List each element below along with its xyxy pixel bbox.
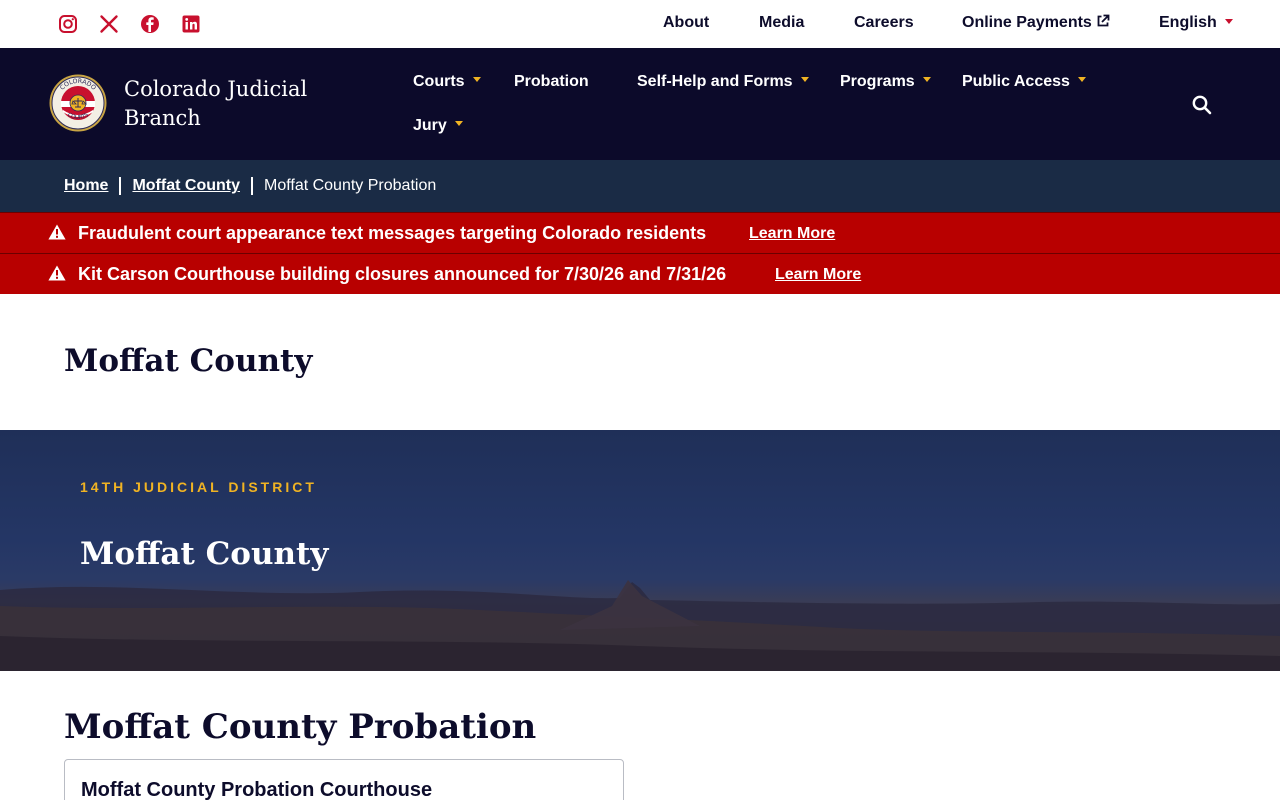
nav-jury[interactable]: Jury bbox=[413, 117, 463, 135]
chevron-down-icon bbox=[922, 77, 931, 82]
brand-line-1: Colorado Judicial bbox=[124, 77, 308, 101]
breadcrumb-separator bbox=[250, 177, 253, 195]
alert-learn-more-link[interactable]: Learn More bbox=[749, 225, 835, 243]
card-title: Moffat County Probation Courthouse bbox=[81, 779, 433, 800]
nav-self-help-forms[interactable]: Self-Help and Forms bbox=[637, 73, 809, 91]
alert-message: Fraudulent court appearance text message… bbox=[78, 223, 707, 243]
search-icon bbox=[1192, 95, 1212, 115]
external-link-icon bbox=[1096, 14, 1110, 33]
nav-programs-label: Programs bbox=[840, 73, 915, 90]
media-link[interactable]: Media bbox=[759, 14, 804, 32]
brand-line-2: Branch bbox=[124, 106, 201, 130]
chevron-down-icon bbox=[800, 77, 809, 82]
nav-probation[interactable]: Probation bbox=[514, 73, 589, 91]
linkedin-icon[interactable] bbox=[179, 12, 203, 36]
nav-public-access-label: Public Access bbox=[962, 73, 1070, 90]
language-selector[interactable]: English bbox=[1159, 14, 1233, 32]
x-icon[interactable] bbox=[97, 12, 121, 36]
utility-bar: About Media Careers Online Payments Engl… bbox=[0, 0, 1280, 48]
chevron-down-icon bbox=[1224, 19, 1233, 24]
nav-courts-label: Courts bbox=[413, 73, 465, 90]
breadcrumb-home-link[interactable]: Home bbox=[64, 177, 108, 195]
warning-icon bbox=[48, 265, 66, 281]
alert-learn-more-link[interactable]: Learn More bbox=[775, 266, 861, 284]
chevron-down-icon bbox=[454, 121, 463, 126]
hero-eyebrow: 14TH JUDICIAL DISTRICT bbox=[80, 479, 317, 495]
language-label: English bbox=[1159, 14, 1217, 31]
alert-banner: Kit Carson Courthouse building closures … bbox=[0, 253, 1280, 294]
nav-courts[interactable]: Courts bbox=[413, 73, 481, 91]
breadcrumb-county-link[interactable]: Moffat County bbox=[132, 177, 240, 195]
courthouse-card: Moffat County Probation Courthouse bbox=[64, 759, 624, 800]
nav-public-access[interactable]: Public Access bbox=[962, 73, 1086, 91]
nav-probation-label: Probation bbox=[514, 73, 589, 90]
nav-self-help-label: Self-Help and Forms bbox=[637, 73, 793, 90]
instagram-icon[interactable] bbox=[56, 12, 80, 36]
chevron-down-icon bbox=[1077, 77, 1086, 82]
alert-message: Kit Carson Courthouse building closures … bbox=[78, 264, 727, 284]
about-link[interactable]: About bbox=[663, 14, 709, 32]
online-payments-label: Online Payments bbox=[962, 14, 1092, 31]
social-links bbox=[56, 12, 203, 36]
breadcrumb: Home Moffat County Moffat County Probati… bbox=[0, 160, 1280, 212]
hero-banner: 14TH JUDICIAL DISTRICT Moffat County bbox=[0, 430, 1280, 671]
careers-link[interactable]: Careers bbox=[854, 14, 914, 32]
colorado-courts-seal-logo: COLORADO COURTS bbox=[49, 74, 107, 132]
online-payments-link[interactable]: Online Payments bbox=[962, 14, 1110, 33]
facebook-icon[interactable] bbox=[138, 12, 162, 36]
section-title: Moffat County Probation bbox=[64, 707, 537, 747]
brand-name[interactable]: Colorado Judicial Branch bbox=[124, 75, 307, 133]
search-button[interactable] bbox=[1191, 94, 1213, 116]
alert-banner: Fraudulent court appearance text message… bbox=[0, 212, 1280, 253]
nav-jury-label: Jury bbox=[413, 117, 447, 134]
breadcrumb-separator bbox=[119, 177, 122, 195]
main-navigation: COLORADO COURTS Colorado Judicial Branch… bbox=[0, 48, 1280, 160]
page-title: Moffat County bbox=[64, 343, 313, 379]
hero-title: Moffat County bbox=[80, 536, 329, 572]
breadcrumb-current: Moffat County Probation bbox=[263, 177, 437, 194]
chevron-down-icon bbox=[472, 77, 481, 82]
nav-programs[interactable]: Programs bbox=[840, 73, 931, 91]
warning-icon bbox=[48, 224, 66, 240]
